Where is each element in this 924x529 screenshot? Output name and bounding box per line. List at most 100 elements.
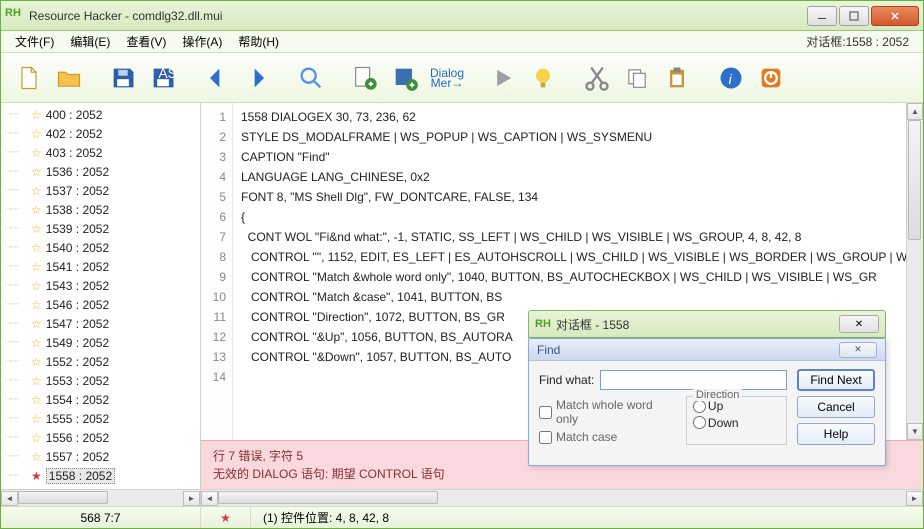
tree-item-label: 1556 : 2052	[46, 431, 109, 445]
back-icon[interactable]	[199, 60, 235, 96]
star-icon: ☆	[31, 260, 42, 274]
direction-down-radio[interactable]: Down	[693, 416, 739, 430]
tree-item[interactable]: ┈┈☆1554 : 2052	[1, 390, 200, 409]
dialog-preview-title: 对话框 - 1558	[556, 316, 839, 333]
tree-item-label: 1547 : 2052	[46, 317, 109, 331]
new-file-icon[interactable]	[11, 60, 47, 96]
menu-edit[interactable]: 编辑(E)	[62, 31, 118, 52]
star-icon: ☆	[31, 393, 42, 407]
menu-view[interactable]: 查看(V)	[118, 31, 174, 52]
tree-item-label: 1558 : 2052	[46, 468, 115, 484]
tree-item[interactable]: ┈┈☆1537 : 2052	[1, 181, 200, 200]
find-next-button[interactable]: Find Next	[797, 369, 875, 391]
add-script-icon[interactable]	[347, 60, 383, 96]
star-icon: ☆	[31, 146, 42, 160]
status-bar: 568 7:7 ★ (1) 控件位置: 4, 8, 42, 8	[1, 506, 923, 528]
tree-item-label: 400 : 2052	[46, 108, 103, 122]
star-icon: ☆	[31, 298, 42, 312]
star-icon: ☆	[31, 450, 42, 464]
tree-item[interactable]: ┈┈☆1538 : 2052	[1, 200, 200, 219]
tree-item[interactable]: ┈┈☆1555 : 2052	[1, 409, 200, 428]
search-icon[interactable]	[293, 60, 329, 96]
editor-hscrollbar[interactable]: ◄►	[201, 489, 923, 506]
star-icon: ☆	[31, 412, 42, 426]
tree-item-label: 1559 : 2052	[46, 488, 109, 490]
tree-hscrollbar[interactable]: ◄►	[1, 489, 200, 506]
tree-item-label: 1553 : 2052	[46, 374, 109, 388]
minimize-button[interactable]	[807, 6, 837, 26]
tree-item[interactable]: ┈┈☆1552 : 2052	[1, 352, 200, 371]
star-icon: ☆	[31, 279, 42, 293]
tree-item-label: 1539 : 2052	[46, 222, 109, 236]
tree-item-label: 1557 : 2052	[46, 450, 109, 464]
tree-item[interactable]: ┈┈☆1547 : 2052	[1, 314, 200, 333]
tree-item[interactable]: ┈┈☆403 : 2052	[1, 143, 200, 162]
cancel-button[interactable]: Cancel	[797, 396, 875, 418]
tree-item[interactable]: ┈┈☆400 : 2052	[1, 105, 200, 124]
tree-item[interactable]: ┈┈☆1549 : 2052	[1, 333, 200, 352]
editor-vscrollbar[interactable]: ▲▼	[906, 103, 923, 440]
star-icon: ☆	[31, 336, 42, 350]
status-cursor: 568 7:7	[1, 507, 201, 528]
copy-icon[interactable]	[619, 60, 655, 96]
tree-item[interactable]: ┈┈☆1553 : 2052	[1, 371, 200, 390]
star-icon: ☆	[31, 374, 42, 388]
menu-help[interactable]: 帮助(H)	[230, 31, 287, 52]
save-icon[interactable]	[105, 60, 141, 96]
tree-item[interactable]: ┈┈☆1540 : 2052	[1, 238, 200, 257]
tree-item-label: 1554 : 2052	[46, 393, 109, 407]
tree-item-label: 1543 : 2052	[46, 279, 109, 293]
tree-item[interactable]: ┈┈☆1556 : 2052	[1, 428, 200, 447]
tree-item[interactable]: ┈┈☆1546 : 2052	[1, 295, 200, 314]
error-line2: 无效的 DIALOG 语句: 期望 CONTROL 语句	[213, 465, 911, 483]
star-icon: ☆	[31, 203, 42, 217]
find-titlebar[interactable]: Find ✕	[529, 339, 885, 361]
help-button[interactable]: Help	[797, 423, 875, 445]
forward-icon[interactable]	[239, 60, 275, 96]
star-icon: ☆	[31, 241, 42, 255]
dialog-preview-close-icon[interactable]: ✕	[839, 315, 879, 333]
menu-file[interactable]: 文件(F)	[7, 31, 62, 52]
play-icon[interactable]	[485, 60, 521, 96]
tree-item[interactable]: ┈┈☆1536 : 2052	[1, 162, 200, 181]
tree-item-label: 1540 : 2052	[46, 241, 109, 255]
find-dialog: Find ✕ Find what: Find Next Cancel Help …	[528, 338, 886, 466]
tree-item[interactable]: ┈┈☆1557 : 2052	[1, 447, 200, 466]
dialog-menu-button[interactable]: DialogMer→	[427, 60, 467, 96]
resource-tree-pane: ┈┈☆400 : 2052┈┈☆402 : 2052┈┈☆403 : 2052┈…	[1, 103, 201, 506]
tree-item[interactable]: ┈┈☆1559 : 2052	[1, 485, 200, 489]
title-bar: RH Resource Hacker - comdlg32.dll.mui	[1, 1, 923, 31]
add-binary-icon[interactable]	[387, 60, 423, 96]
dialog-preview-titlebar[interactable]: RH 对话框 - 1558 ✕	[528, 310, 886, 338]
maximize-button[interactable]	[839, 6, 869, 26]
star-icon: ★	[31, 469, 42, 483]
match-whole-word-checkbox[interactable]: Match whole word only	[539, 398, 672, 426]
save-as-icon[interactable]: AS	[145, 60, 181, 96]
find-what-input[interactable]	[600, 370, 787, 390]
direction-group: Direction Up Down	[686, 396, 787, 445]
star-icon: ☆	[31, 431, 42, 445]
find-close-icon[interactable]: ✕	[839, 342, 877, 358]
close-button[interactable]	[871, 6, 919, 26]
tree-item-label: 1538 : 2052	[46, 203, 109, 217]
open-folder-icon[interactable]	[51, 60, 87, 96]
svg-text:AS: AS	[158, 65, 177, 81]
cut-icon[interactable]	[579, 60, 615, 96]
line-gutter: 1234567891011121314	[201, 103, 233, 440]
direction-up-radio[interactable]: Up	[693, 399, 723, 413]
match-case-checkbox[interactable]: Match case	[539, 430, 672, 444]
power-icon[interactable]	[753, 60, 789, 96]
menu-bar: 文件(F) 编辑(E) 查看(V) 操作(A) 帮助(H) 对话框:1558 :…	[1, 31, 923, 53]
tree-item[interactable]: ┈┈☆1541 : 2052	[1, 257, 200, 276]
paste-icon[interactable]	[659, 60, 695, 96]
info-icon[interactable]: i	[713, 60, 749, 96]
lightbulb-icon[interactable]	[525, 60, 561, 96]
app-logo-icon: RH	[5, 7, 23, 25]
tree-item[interactable]: ┈┈☆402 : 2052	[1, 124, 200, 143]
tree-item[interactable]: ┈┈☆1543 : 2052	[1, 276, 200, 295]
resource-tree[interactable]: ┈┈☆400 : 2052┈┈☆402 : 2052┈┈☆403 : 2052┈…	[1, 103, 200, 489]
menu-action[interactable]: 操作(A)	[174, 31, 230, 52]
find-what-label: Find what:	[539, 373, 594, 387]
tree-item[interactable]: ┈┈☆1539 : 2052	[1, 219, 200, 238]
tree-item[interactable]: ┈┈★1558 : 2052	[1, 466, 200, 485]
